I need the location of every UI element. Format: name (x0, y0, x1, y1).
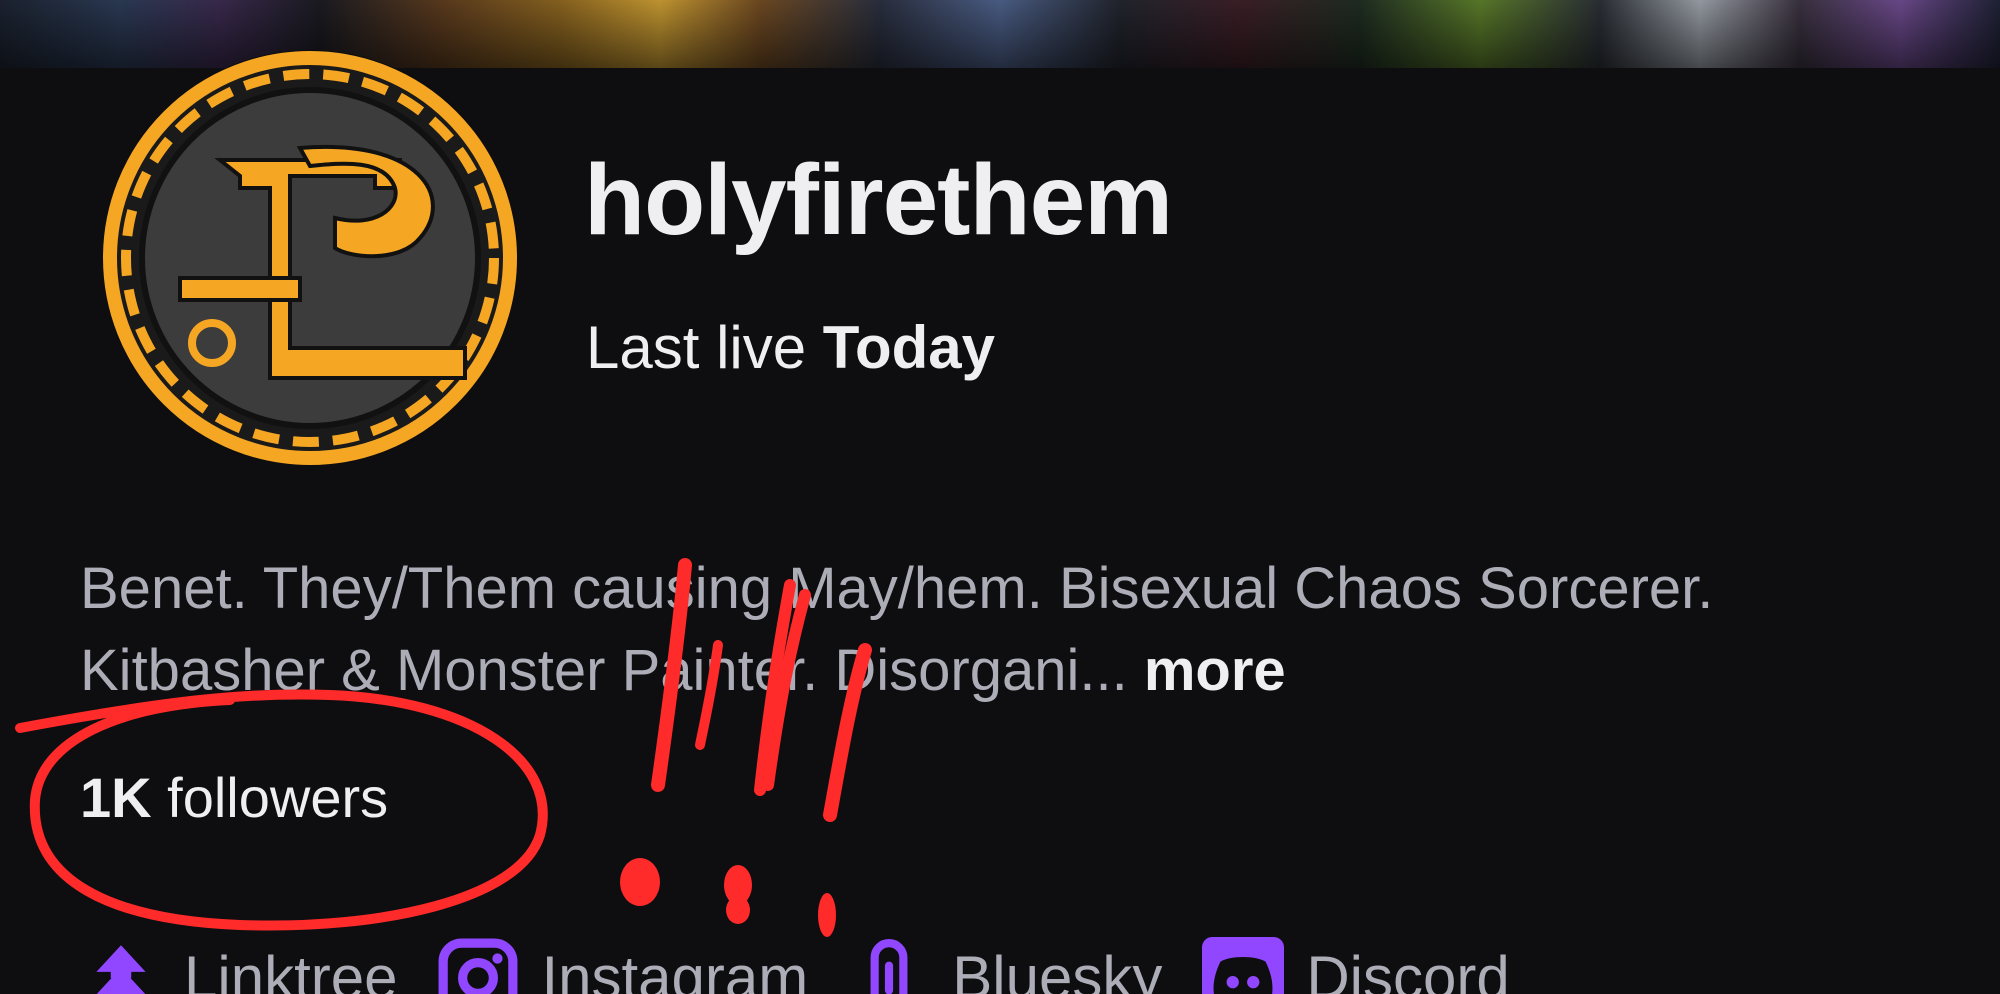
last-live-prefix: Last live (586, 314, 807, 381)
social-link-linktree[interactable]: Linktree (80, 937, 397, 994)
annotation-dot-2 (724, 865, 752, 905)
social-link-discord[interactable]: Discord (1202, 937, 1510, 994)
bio-more-link[interactable]: more (1144, 638, 1286, 703)
link-icon (870, 939, 908, 994)
social-link-bluesky[interactable]: Bluesky (848, 937, 1162, 994)
channel-logo-icon (102, 50, 518, 466)
social-label-bluesky: Bluesky (952, 944, 1163, 994)
channel-profile-page: holyfirethem Last live Today Benet. They… (0, 0, 2000, 994)
annotation-dot-3 (726, 896, 750, 924)
last-live-status: Last live Today (586, 318, 995, 378)
social-label-linktree: Linktree (184, 944, 398, 994)
social-label-discord: Discord (1306, 944, 1510, 994)
discord-icon (1202, 937, 1285, 994)
linktree-icon (96, 945, 146, 994)
annotation-dot-1 (620, 858, 660, 906)
social-link-instagram[interactable]: Instagram (437, 937, 808, 994)
channel-bio: Benet. They/Them causing May/hem. Bisexu… (80, 548, 1940, 712)
follower-count-value: 1K (80, 766, 152, 829)
social-label-instagram: Instagram (541, 944, 809, 994)
channel-avatar[interactable] (100, 48, 520, 468)
bio-text: Benet. They/Them causing May/hem. Bisexu… (80, 556, 1714, 703)
annotation-dot-4 (818, 893, 836, 937)
last-live-value: Today (822, 314, 996, 381)
follower-count-label: followers (167, 766, 389, 829)
follower-count[interactable]: 1K followers (80, 770, 388, 826)
channel-username[interactable]: holyfirethem (584, 150, 1173, 250)
social-links: Linktree Instagram Bluesky Discord (80, 937, 1510, 994)
instagram-icon (439, 938, 518, 994)
